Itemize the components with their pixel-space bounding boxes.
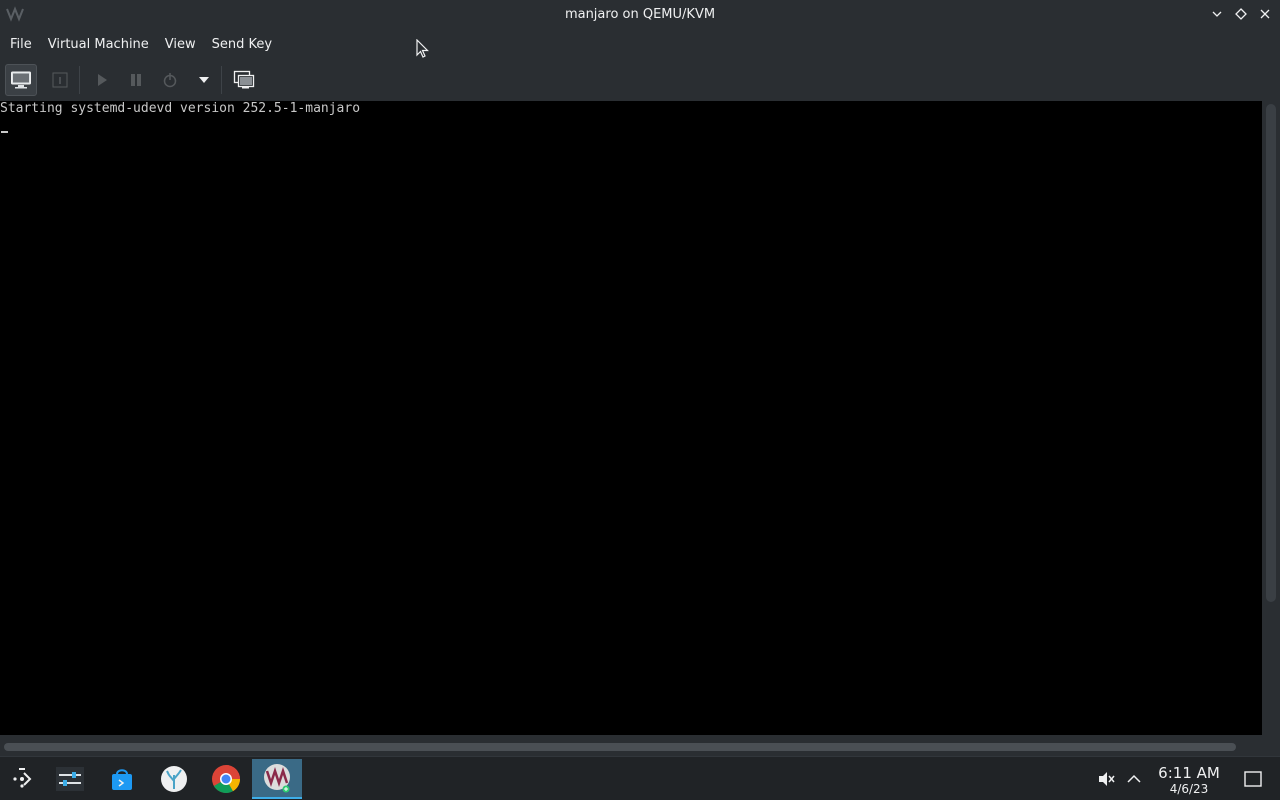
virt-manager-taskbar-button[interactable] [252, 759, 302, 799]
menu-virtual-machine[interactable]: Virtual Machine [40, 33, 157, 56]
coral-app-icon[interactable] [154, 759, 194, 799]
toolbar [0, 60, 1280, 100]
details-info-icon[interactable] [44, 64, 76, 96]
software-store-icon[interactable] [102, 759, 142, 799]
shutdown-icon[interactable] [154, 64, 186, 96]
volume-muted-icon[interactable] [1096, 769, 1116, 789]
menu-view[interactable]: View [157, 33, 204, 56]
console-monitor-icon[interactable] [5, 64, 37, 96]
toolbar-separator [221, 66, 222, 94]
close-icon[interactable] [1256, 5, 1274, 23]
clock[interactable]: 6:11 AM 4/6/23 [1150, 764, 1228, 797]
vm-console-display[interactable]: Starting systemd-udevd version 252.5-1-m… [0, 101, 1262, 735]
window-title: manjaro on QEMU/KVM [564, 6, 716, 22]
chevron-up-icon[interactable] [1124, 769, 1144, 789]
console-cursor [1, 131, 8, 133]
chrome-icon[interactable] [206, 759, 246, 799]
maximize-icon[interactable] [1232, 5, 1250, 23]
pause-icon[interactable] [120, 64, 152, 96]
window-controls [1208, 5, 1274, 23]
system-settings-icon[interactable] [50, 759, 90, 799]
taskbar: 6:11 AM 4/6/23 [0, 756, 1280, 800]
menu-bar: File Virtual Machine View Send Key [0, 30, 1280, 58]
virt-manager-icon [264, 764, 290, 793]
minimize-icon[interactable] [1208, 5, 1226, 23]
clock-time: 6:11 AM [1158, 764, 1220, 782]
vertical-scrollbar[interactable] [1266, 104, 1276, 602]
toolbar-separator [79, 66, 80, 94]
fullscreen-icon[interactable] [228, 64, 260, 96]
horizontal-scrollbar[interactable] [4, 743, 1236, 751]
mouse-pointer-icon [416, 39, 429, 58]
console-output-line: Starting systemd-udevd version 252.5-1-m… [0, 101, 361, 116]
virt-manager-icon[interactable] [6, 6, 24, 22]
application-launcher-icon[interactable] [2, 759, 42, 799]
title-bar: manjaro on QEMU/KVM [0, 0, 1280, 28]
menu-file[interactable]: File [2, 33, 40, 56]
menu-send-key[interactable]: Send Key [204, 33, 280, 56]
run-icon[interactable] [86, 64, 118, 96]
clock-date: 4/6/23 [1169, 782, 1209, 796]
show-desktop-icon[interactable] [1243, 769, 1263, 789]
chevron-down-icon[interactable] [194, 64, 214, 96]
